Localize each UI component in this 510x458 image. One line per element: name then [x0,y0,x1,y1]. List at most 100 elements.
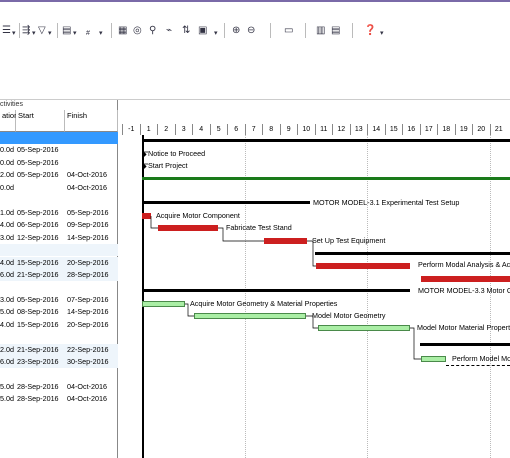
finish-cell: 14-Sep-2016 [67,307,109,317]
table-row[interactable]: 3.0d 05-Sep-2016 07-Sep-2016 [0,294,118,306]
finish-cell: 30-Sep-2016 [67,357,109,367]
table-row[interactable] [0,369,118,381]
start-cell: 15-Sep-2016 [17,257,59,267]
finish-cell: 04-Oct-2016 [67,394,107,404]
grid-icon[interactable]: ▦ [118,24,127,37]
duration-cell: 4.0d [0,220,14,230]
start-cell: 05-Sep-2016 [17,207,59,217]
duration-cell: 5.0d [0,394,14,404]
duration-cell: 0.0d [0,145,14,155]
start-cell: 05-Sep-2016 [17,145,59,155]
finish-cell: 20-Sep-2016 [67,257,109,267]
table-row[interactable]: 1.0d 05-Sep-2016 05-Sep-2016 [0,207,118,219]
duration-cell: 5.0d [0,307,14,317]
finish-cell: 20-Sep-2016 [67,319,109,329]
finish-cell: 28-Sep-2016 [67,269,109,279]
start-cell: 08-Sep-2016 [17,307,59,317]
table-row[interactable]: 4.0d 15-Sep-2016 20-Sep-2016 [0,256,118,269]
start-cell: 06-Sep-2016 [17,220,59,230]
table-row[interactable] [0,194,118,206]
finish-cell: 04-Oct-2016 [67,182,107,192]
table-row[interactable]: 0.0d 05-Sep-2016 [0,144,118,156]
columns-icon[interactable]: ▥ [316,24,325,37]
toolbar: ☰ ▾ ⇶ ▾ ▽ ▾ ▤ ▾ # ▾ ▦ ◎ ⚲ ⌁ ⇅ ▣ ▾ ⊕ ⊖ ▭ … [0,20,510,42]
table-row[interactable] [0,331,118,343]
duration-cell: 2.0d [0,344,14,354]
table-row[interactable]: 2.0d 21-Sep-2016 22-Sep-2016 [0,343,118,356]
start-cell: 21-Sep-2016 [17,269,59,279]
collapse-icon[interactable]: ▭ [284,24,293,37]
start-cell: 21-Sep-2016 [17,344,59,354]
start-cell: 12-Sep-2016 [17,232,59,242]
table-row[interactable]: 6.0d 21-Sep-2016 28-Sep-2016 [0,268,118,281]
table-row[interactable]: 0.0d 05-Sep-2016 [0,157,118,169]
finish-column-header[interactable]: Finish [65,110,118,132]
start-cell: 15-Sep-2016 [17,319,59,329]
dropdown-arrow-icon[interactable]: ▾ [214,27,218,40]
finish-cell: 09-Sep-2016 [67,220,109,230]
table-row[interactable]: 2.0d 05-Sep-2016 04-Oct-2016 [0,169,118,181]
finish-cell: 22-Sep-2016 [67,344,109,354]
indent-icon[interactable]: ⇶ [22,24,30,37]
duration-cell: 0.0d [0,182,14,192]
duration-cell: 3.0d [0,232,14,242]
finish-cell: 14-Sep-2016 [67,232,109,242]
gantt-chart[interactable]: -1 1 2 3 4 5 6 7 8 9 10 11 12 13 14 15 16 17 18 19 20 21 Noti… [118,100,510,458]
resource-icon[interactable]: ▣ [198,24,207,37]
table-row[interactable] [0,132,118,144]
split-icon[interactable]: ⌁ [166,24,172,37]
zoom-out-icon[interactable]: ⊖ [247,24,255,37]
layout-icon[interactable]: ▤ [62,24,71,37]
table-row[interactable]: 5.0d 08-Sep-2016 14-Sep-2016 [0,306,118,318]
link-icon[interactable]: ⚲ [149,24,156,37]
split-icon[interactable]: ⇅ [182,24,190,37]
start-cell: 05-Sep-2016 [17,157,59,167]
duration-column-header[interactable]: ation [0,110,18,132]
dropdown-arrow-icon[interactable]: ▾ [73,27,77,40]
details-pane [0,42,510,100]
start-cell: 28-Sep-2016 [17,382,59,391]
filter-icon[interactable]: ▽ [38,24,46,37]
table-row[interactable]: 3.0d 12-Sep-2016 14-Sep-2016 [0,232,118,244]
primavera-window: ☰ ▾ ⇶ ▾ ▽ ▾ ▤ ▾ # ▾ ▦ ◎ ⚲ ⌁ ⇅ ▣ ▾ ⊕ ⊖ ▭ … [0,0,510,458]
dropdown-arrow-icon[interactable]: ▾ [99,27,103,40]
duration-cell: 2.0d [0,170,14,180]
dropdown-arrow-icon[interactable]: ▾ [380,27,384,40]
finish-cell: 04-Oct-2016 [67,170,107,180]
table-row[interactable]: 0.0d 04-Oct-2016 [0,182,118,194]
table-row[interactable]: 5.0d 28-Sep-2016 04-Oct-2016 [0,393,118,405]
duration-cell: 3.0d [0,294,14,304]
duration-cell: 5.0d [0,382,14,391]
dropdown-arrow-icon[interactable]: ▾ [12,27,16,40]
table-row[interactable]: 6.0d 23-Sep-2016 30-Sep-2016 [0,356,118,369]
start-cell: 28-Sep-2016 [17,394,59,404]
table-row[interactable]: 4.0d 15-Sep-2016 20-Sep-2016 [0,319,118,331]
finish-cell: 05-Sep-2016 [67,207,109,217]
table-row[interactable]: 5.0d 28-Sep-2016 04-Oct-2016 [0,381,118,393]
table-row[interactable]: 4.0d 06-Sep-2016 09-Sep-2016 [0,219,118,231]
start-cell: 23-Sep-2016 [17,357,59,367]
table-row[interactable] [0,281,118,293]
columns-icon[interactable]: ▤ [331,24,340,37]
sort-icon[interactable]: # [86,27,90,40]
table-row[interactable] [0,244,118,257]
help-icon[interactable]: ❓ [364,24,376,37]
start-cell: 05-Sep-2016 [17,170,59,180]
start-cell: 05-Sep-2016 [17,294,59,304]
list-icon[interactable]: ☰ [2,24,11,37]
find-icon[interactable]: ◎ [133,24,142,37]
start-column-header[interactable]: Start [16,110,65,132]
relationship-lines [144,151,421,360]
dropdown-arrow-icon[interactable]: ▾ [32,27,36,40]
duration-cell: 6.0d [0,357,14,367]
activity-table: ctivities ation Start Finish 0.0d 05-Sep-… [0,100,118,458]
finish-cell: 07-Sep-2016 [67,294,109,304]
dropdown-arrow-icon[interactable]: ▾ [48,27,52,40]
duration-cell: 4.0d [0,257,14,267]
table-title: ctivities [0,101,23,108]
duration-cell: 4.0d [0,319,14,329]
zoom-in-icon[interactable]: ⊕ [232,24,240,37]
duration-cell: 1.0d [0,207,14,217]
finish-cell: 04-Oct-2016 [67,382,107,391]
duration-cell: 6.0d [0,269,14,279]
